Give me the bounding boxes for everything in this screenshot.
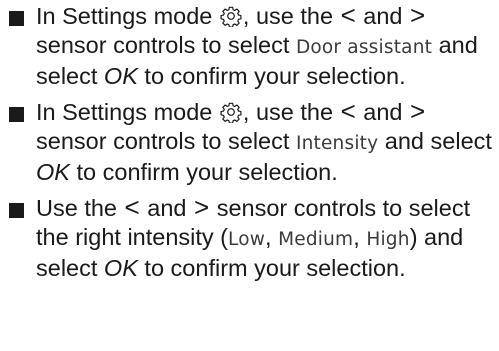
step-text: , use the — [242, 3, 334, 29]
step-text: and — [147, 195, 187, 221]
separator: , — [265, 224, 279, 250]
ok-term: OK — [36, 159, 70, 185]
instruction-step-1: In Settings mode , use the < and > senso… — [8, 2, 495, 91]
step-text: and select — [384, 128, 492, 154]
instruction-list: In Settings mode , use the < and > senso… — [8, 2, 495, 283]
square-bullet — [9, 11, 24, 26]
ok-term: OK — [103, 63, 138, 89]
ok-term: OK — [103, 255, 138, 281]
step-text: In Settings mode — [36, 3, 213, 29]
menu-term-door-assistant: Door assistant — [295, 37, 433, 58]
step-text: to confirm your selection. — [144, 63, 406, 89]
instruction-step-2: In Settings mode , use the < and > senso… — [8, 98, 495, 187]
step-text: to confirm your selection. — [76, 159, 338, 185]
gear-icon — [220, 5, 242, 27]
step-text: In Settings mode — [36, 99, 213, 125]
chevron-right-icon: > — [410, 96, 426, 126]
step-text: , use the — [242, 99, 334, 125]
square-bullet — [9, 203, 24, 218]
step-text: sensor controls to select — [36, 128, 290, 154]
step-text: and — [363, 3, 403, 29]
step-text: Use the — [36, 195, 117, 221]
step-text: sensor controls to select — [36, 32, 290, 58]
intensity-option-low: Low — [228, 229, 266, 250]
step-text: and — [363, 99, 403, 125]
step-text: to confirm your selection. — [144, 255, 406, 281]
intensity-option-medium: Medium — [278, 229, 354, 250]
gear-icon — [220, 101, 242, 123]
square-bullet — [9, 107, 24, 122]
intensity-option-high: High — [366, 229, 410, 250]
separator: , — [353, 224, 367, 250]
chevron-right-icon: > — [194, 192, 210, 222]
chevron-left-icon: < — [124, 192, 140, 222]
chevron-right-icon: > — [410, 0, 426, 30]
instruction-page: In Settings mode , use the < and > senso… — [0, 2, 499, 351]
menu-term-intensity: Intensity — [295, 133, 379, 154]
chevron-left-icon: < — [340, 0, 356, 30]
instruction-step-3: Use the < and > sensor controls to selec… — [8, 194, 495, 283]
chevron-left-icon: < — [340, 96, 356, 126]
